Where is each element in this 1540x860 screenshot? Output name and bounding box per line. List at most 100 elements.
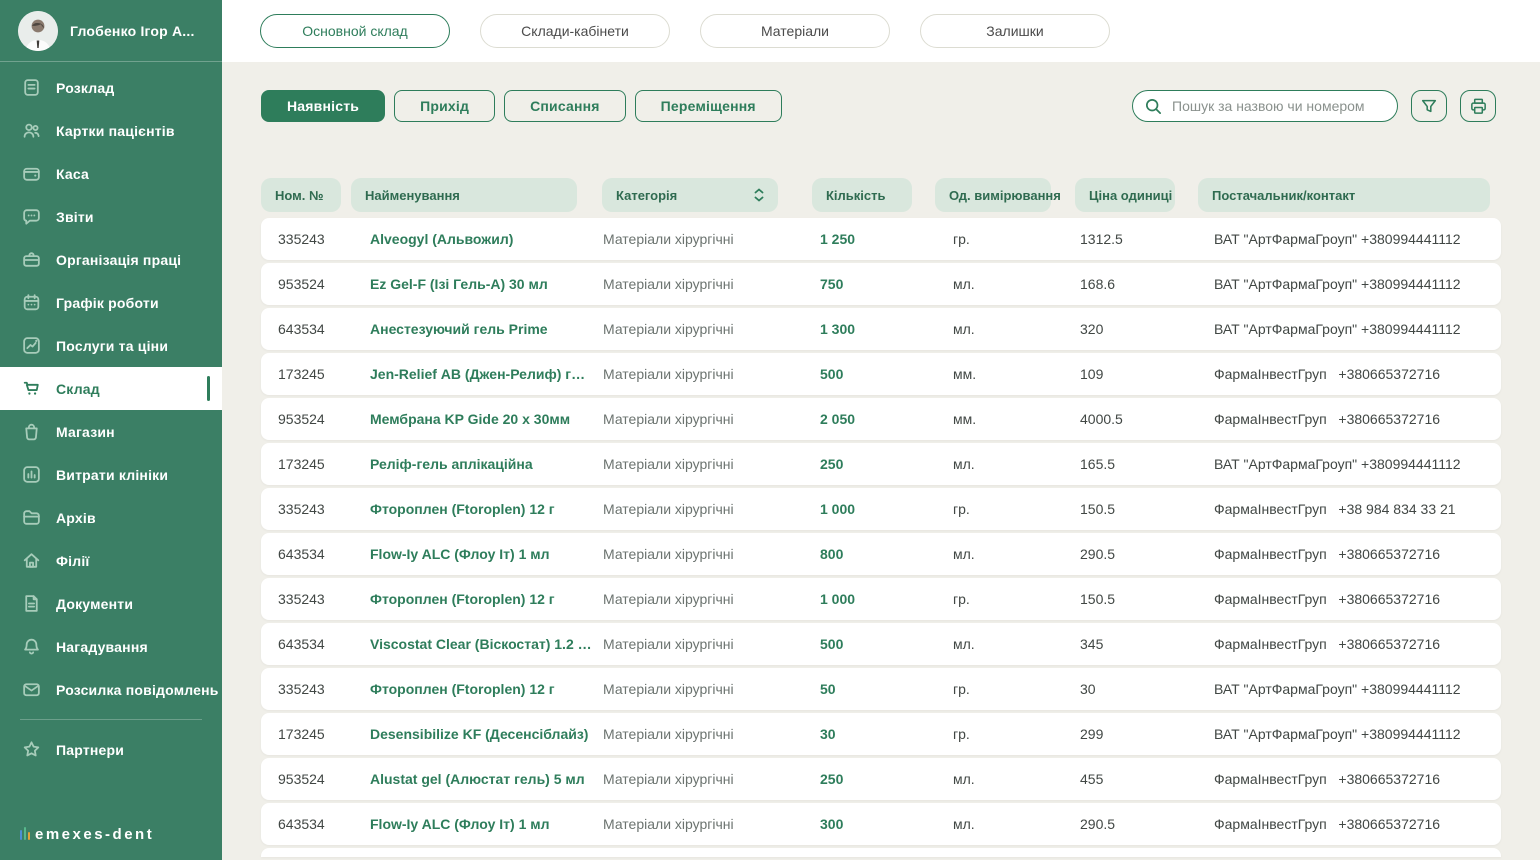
subtabs: Наявність Прихід Списання Переміщення	[261, 90, 782, 122]
table-row[interactable]: 335243 Alveogyl (Альвожил) Матеріали хір…	[261, 218, 1501, 260]
item-name-link[interactable]: Jen-Relief АВ (Джен-Релиф) гель	[351, 366, 592, 382]
table-header-cell: Постачальник/контакт	[1188, 178, 1501, 212]
item-supplier-contact: ВАТ "АртФармаГроуп" +380994441112	[1214, 456, 1461, 472]
tab-active[interactable]: Основной склад	[260, 14, 450, 48]
sidebar-item-label: Звіти	[56, 208, 94, 225]
sidebar-item-archive[interactable]: Архів	[0, 496, 222, 539]
item-category: Матеріали хірургічні	[603, 546, 734, 562]
table-row[interactable]: 643534 Анестезуючий гель Prime Матеріали…	[261, 308, 1501, 350]
table-row[interactable]: 953524 Ez Gel-F (Ізі Гель-А) 30 мл Матер…	[261, 263, 1501, 305]
item-unit: мл.	[953, 771, 975, 787]
search-input[interactable]	[1172, 98, 1385, 114]
subtab[interactable]: Прихід	[394, 90, 496, 122]
item-name-link[interactable]: Реліф-гель аплікаційна	[351, 456, 592, 472]
sidebar-item-label: Нагадування	[56, 638, 148, 655]
sidebar-item-shop-bag[interactable]: Магазин	[0, 410, 222, 453]
item-unit-price: 299	[1080, 726, 1104, 742]
item-unit-price: 290.5	[1080, 816, 1116, 832]
column-header-sortable[interactable]: Категорія	[602, 178, 778, 212]
item-name-link[interactable]: Мембрана KP Gide 20 х 30мм	[351, 411, 592, 427]
item-unit: мл.	[953, 546, 975, 562]
sidebar-item-reports[interactable]: Звіти	[0, 195, 222, 238]
item-quantity: 1 000	[820, 501, 856, 517]
partners-icon	[21, 739, 42, 760]
table-row[interactable]: 173245 Desensibilize KF (Десенсіблайз) М…	[261, 713, 1501, 755]
item-quantity: 1 000	[820, 591, 856, 607]
tab-inactive[interactable]: Матеріали	[700, 14, 890, 48]
table-row[interactable]: 953524 Alustat gel (Алюстат гель) 5 мл М…	[261, 758, 1501, 800]
sidebar-item-branches[interactable]: Філії	[0, 539, 222, 582]
table-row[interactable]: 335243 Фтороплен (Ftoroplen) 12 г Матері…	[261, 668, 1501, 710]
search-icon	[1144, 97, 1163, 116]
table-row-partial[interactable]	[261, 848, 1501, 857]
item-unit: мл.	[953, 816, 975, 832]
archive-icon	[21, 507, 42, 528]
sidebar-item-work-schedule[interactable]: Графік роботи	[0, 281, 222, 324]
column-header-label: Од. вимірювання	[949, 187, 1061, 203]
patients-icon	[21, 120, 42, 141]
item-name-link[interactable]: Alustat gel (Алюстат гель) 5 мл	[351, 771, 592, 787]
sidebar-item-patients[interactable]: Картки пацієнтів	[0, 109, 222, 152]
item-category: Матеріали хірургічні	[603, 276, 734, 292]
table-header-cell: Кількість	[802, 178, 925, 212]
tab-inactive[interactable]: Склади-кабінети	[480, 14, 670, 48]
item-name-link[interactable]: Анестезуючий гель Prime	[351, 321, 592, 337]
item-name-link[interactable]: Viscostat Clear (Віскостат) 1.2 мл	[351, 636, 592, 652]
subtab[interactable]: Списання	[504, 90, 626, 122]
item-category: Матеріали хірургічні	[603, 816, 734, 832]
subtab[interactable]: Наявність	[261, 90, 386, 122]
sidebar-item-cashier[interactable]: Каса	[0, 152, 222, 195]
sidebar-item-work-organization[interactable]: Організація праці	[0, 238, 222, 281]
column-header: Найменування	[351, 178, 577, 212]
item-supplier-contact: ФармаІнвестГруп +380665372716	[1214, 636, 1441, 652]
item-name-link[interactable]: Ez Gel-F (Ізі Гель-А) 30 мл	[351, 276, 592, 292]
item-name-link[interactable]: Фтороплен (Ftoroplen) 12 г	[351, 681, 592, 697]
user-profile[interactable]: Глобенко Ігор А...	[0, 0, 222, 61]
item-quantity: 500	[820, 636, 844, 652]
sidebar-item-label: Склад	[56, 380, 100, 397]
sidebar-item-reminders[interactable]: Нагадування	[0, 625, 222, 668]
sidebar-item-messaging[interactable]: Розсилка повідомлень	[0, 668, 222, 711]
sidebar-item-partners[interactable]: Партнери	[0, 728, 222, 771]
item-name-link[interactable]: Desensibilize KF (Десенсіблайз)	[351, 726, 592, 742]
item-unit-price: 320	[1080, 321, 1104, 337]
sidebar-section-divider	[20, 719, 202, 720]
column-header: Од. вимірювання	[935, 178, 1061, 212]
item-unit: гр.	[953, 726, 970, 742]
item-name-link[interactable]: Alveogyl (Альвожил)	[351, 231, 592, 247]
print-button[interactable]	[1460, 90, 1496, 122]
row-number: 173245	[278, 726, 325, 742]
table-row[interactable]: 643534 Flow-Iy ALC (Флоу Іт) 1 мл Матері…	[261, 533, 1501, 575]
item-unit: гр.	[953, 591, 970, 607]
main-area: Основной склад Склади-кабінети Матеріали За…	[222, 0, 1540, 860]
tab-inactive[interactable]: Залишки	[920, 14, 1110, 48]
sidebar-item-label: Каса	[56, 165, 90, 182]
sidebar-item-schedule[interactable]: Розклад	[0, 66, 222, 109]
sidebar-item-services-prices[interactable]: Послуги та ціни	[0, 324, 222, 367]
sidebar-item-warehouse-cart[interactable]: Склад	[0, 367, 222, 410]
item-supplier-contact: ВАТ "АртФармаГроуп" +380994441112	[1214, 321, 1461, 337]
table-row[interactable]: 173245 Jen-Relief АВ (Джен-Релиф) гель М…	[261, 353, 1501, 395]
table-row[interactable]: 643534 Flow-Iy ALC (Флоу Іт) 1 мл Матері…	[261, 803, 1501, 845]
sidebar-item-expenses[interactable]: Витрати клініки	[0, 453, 222, 496]
table-row[interactable]: 953524 Мембрана KP Gide 20 х 30мм Матері…	[261, 398, 1501, 440]
item-unit-price: 165.5	[1080, 456, 1116, 472]
item-name-link[interactable]: Фтороплен (Ftoroplen) 12 г	[351, 591, 592, 607]
subtab[interactable]: Переміщення	[634, 90, 782, 122]
item-quantity: 1 300	[820, 321, 856, 337]
table-row[interactable]: 335243 Фтороплен (Ftoroplen) 12 г Матері…	[261, 578, 1501, 620]
table-row[interactable]: 173245 Реліф-гель аплікаційна Матеріали …	[261, 443, 1501, 485]
item-name-link[interactable]: Flow-Iy ALC (Флоу Іт) 1 мл	[351, 546, 592, 562]
sidebar-item-label: Організація праці	[56, 251, 182, 268]
sidebar-item-documents[interactable]: Документи	[0, 582, 222, 625]
table-row[interactable]: 335243 Фтороплен (Ftoroplen) 12 г Матері…	[261, 488, 1501, 530]
services-prices-icon	[21, 335, 42, 356]
item-name-link[interactable]: Flow-Iy ALC (Флоу Іт) 1 мл	[351, 816, 592, 832]
filter-button[interactable]	[1411, 90, 1447, 122]
top-tabs-bar: Основной склад Склади-кабінети Матеріали За…	[222, 0, 1540, 62]
item-unit-price: 109	[1080, 366, 1104, 382]
row-number: 335243	[278, 681, 325, 697]
table-header-cell: Од. вимірювання	[925, 178, 1065, 212]
table-row[interactable]: 643534 Viscostat Clear (Віскостат) 1.2 м…	[261, 623, 1501, 665]
item-name-link[interactable]: Фтороплен (Ftoroplen) 12 г	[351, 501, 592, 517]
